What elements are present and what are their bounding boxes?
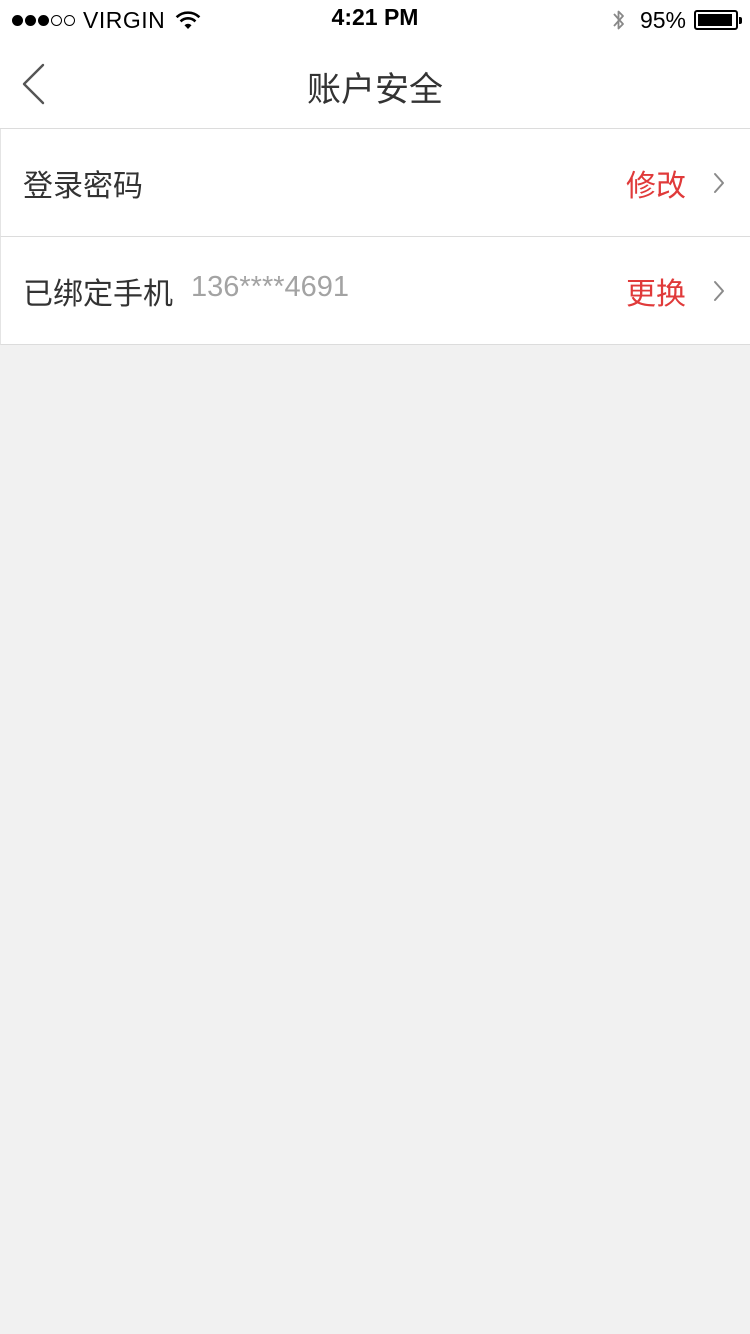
modify-password-button[interactable]: 修改: [626, 161, 686, 205]
change-phone-button[interactable]: 更换: [626, 269, 686, 313]
settings-row-bound-phone[interactable]: 已绑定手机 136****4691 更换: [0, 237, 750, 345]
status-bar-right: 95%: [612, 5, 742, 35]
bluetooth-icon: [613, 10, 624, 30]
settings-row-label: 登录密码: [23, 169, 143, 204]
settings-row-login-password[interactable]: 登录密码 修改: [0, 129, 750, 237]
navigation-bar: 账户安全: [0, 40, 750, 129]
battery-icon: [694, 10, 742, 30]
battery-percent: 95%: [639, 6, 686, 33]
chevron-right-icon: [714, 281, 724, 301]
chevron-right-icon: [714, 173, 724, 193]
page-title: 账户安全: [307, 70, 443, 110]
settings-list: 登录密码 修改 已绑定手机 136****4691 更换: [0, 129, 750, 345]
status-bar: VIRGIN 4:21 PM 95%: [0, 0, 750, 40]
phone-number-value: 136****4691: [191, 271, 350, 303]
settings-row-label: 已绑定手机: [23, 277, 173, 312]
battery-level: [698, 14, 733, 26]
